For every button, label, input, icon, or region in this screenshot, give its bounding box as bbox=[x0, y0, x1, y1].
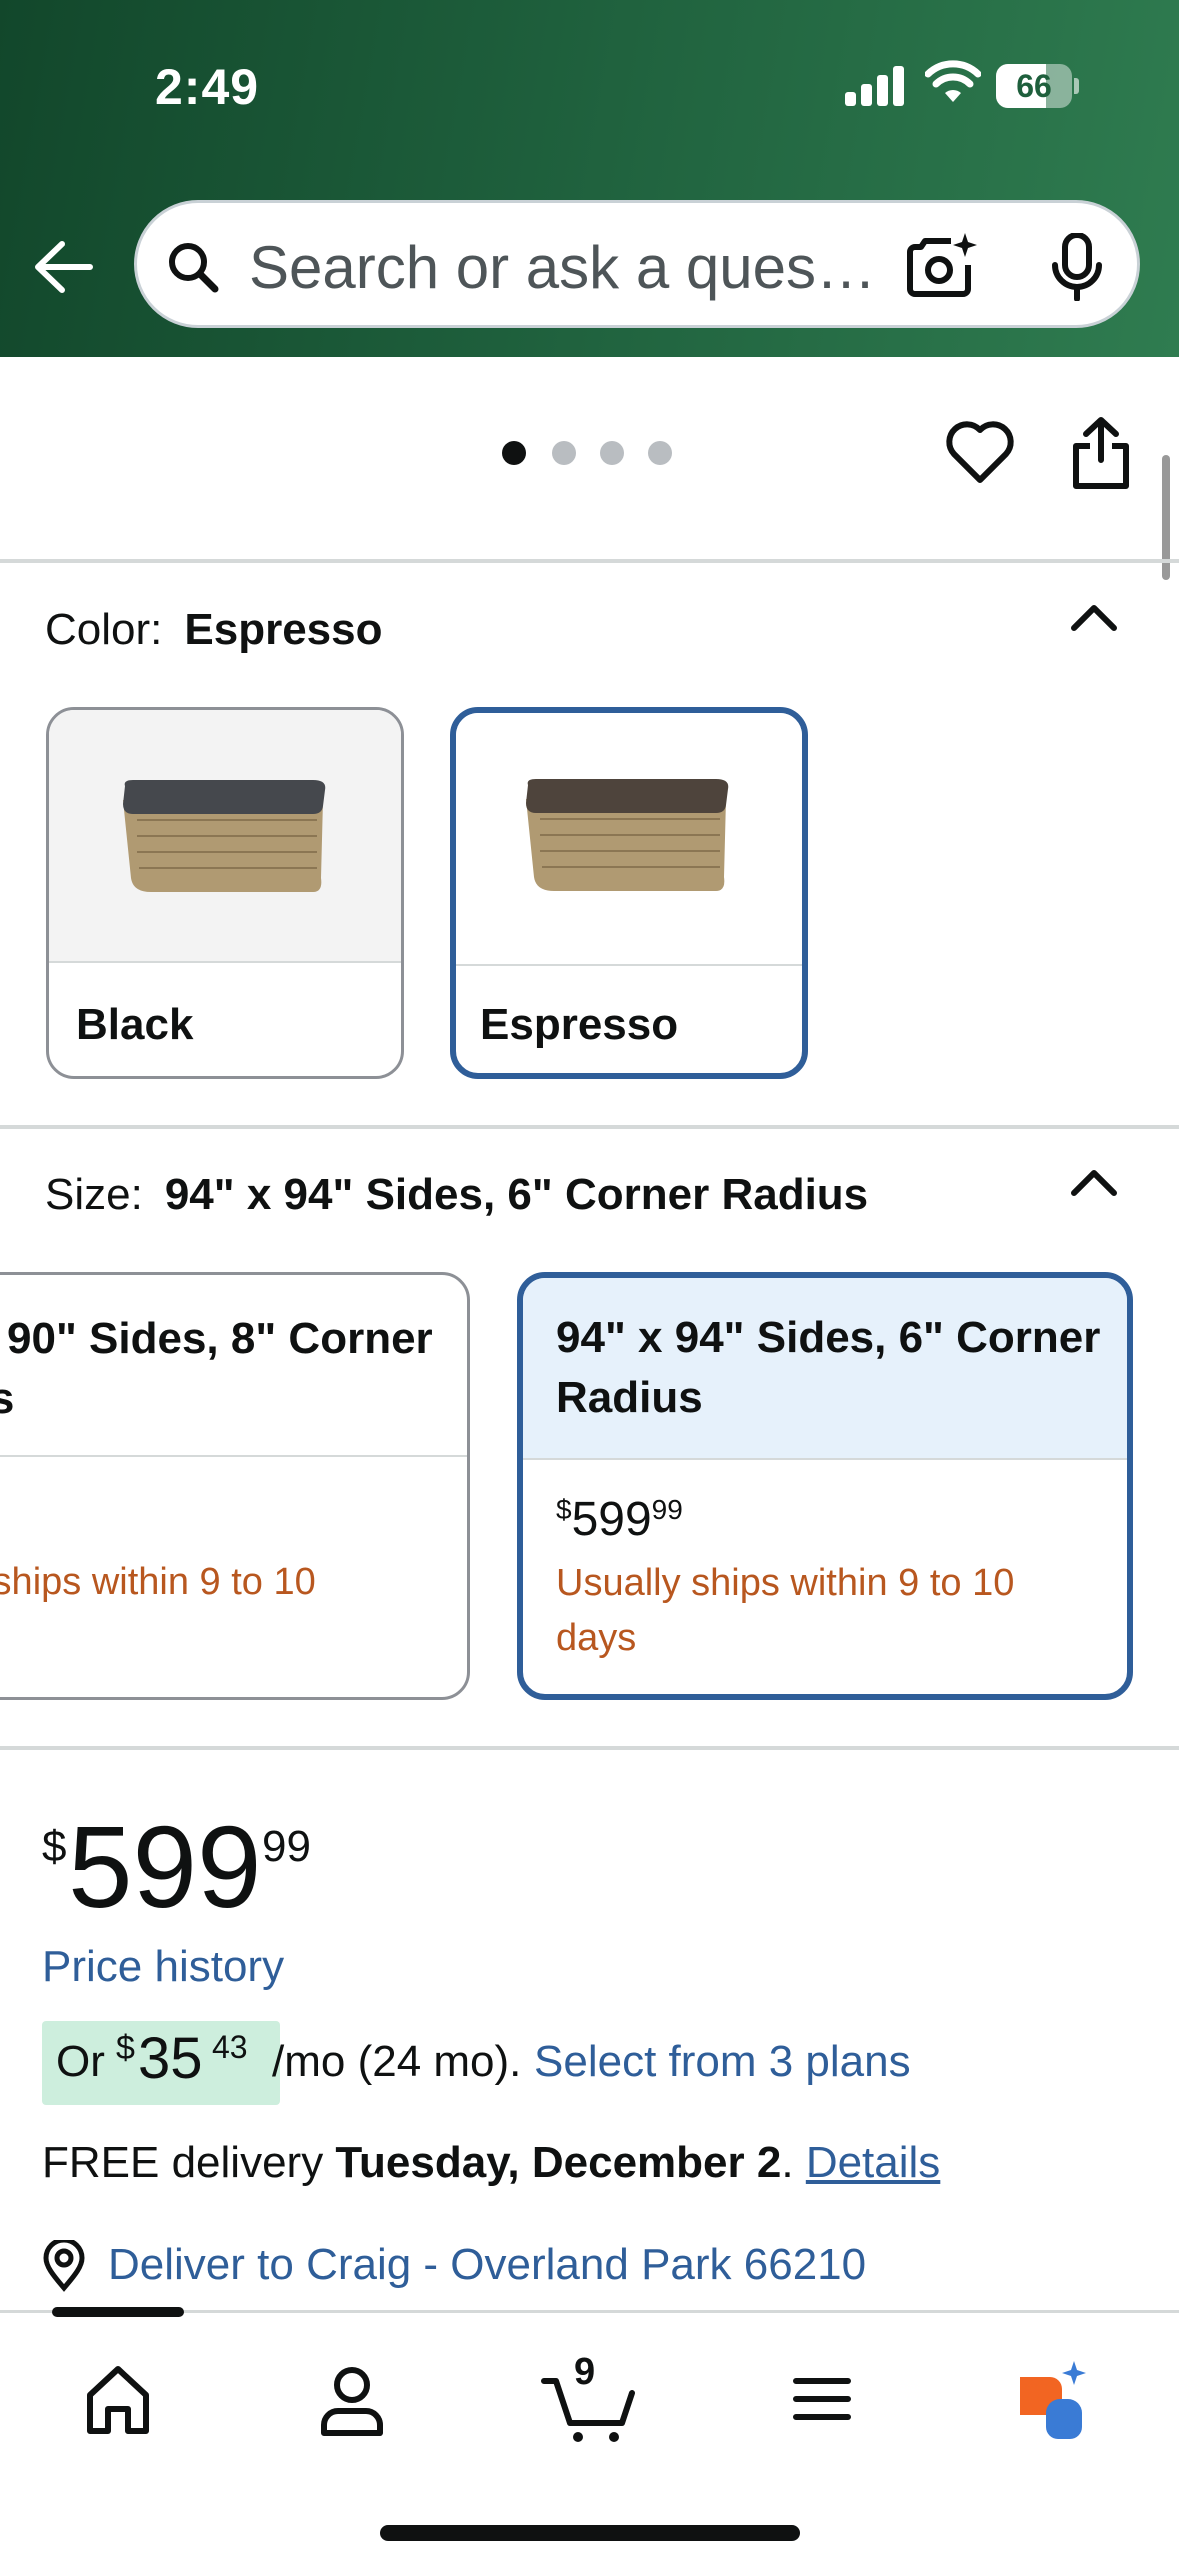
installment-whole: 35 bbox=[138, 2026, 203, 2091]
section-divider bbox=[0, 1746, 1179, 1750]
share-icon[interactable] bbox=[1070, 416, 1132, 490]
installment-fraction: 43 bbox=[212, 2029, 248, 2065]
home-icon[interactable] bbox=[70, 2351, 166, 2447]
delivery-suffix: . bbox=[781, 2138, 794, 2187]
installment-symbol: $ bbox=[116, 2029, 135, 2067]
size-option-title-line: 90" Sides, 8" Corner bbox=[7, 1314, 433, 1363]
price-fraction: 99 bbox=[651, 1494, 683, 1525]
status-time: 2:49 bbox=[155, 59, 260, 115]
delivery-prefix: FREE delivery bbox=[42, 2138, 324, 2187]
carousel-dot[interactable] bbox=[600, 441, 624, 465]
delivery-details-link[interactable]: Details bbox=[806, 2138, 941, 2187]
installment-term: /mo (24 mo). bbox=[272, 2037, 522, 2086]
section-divider bbox=[0, 559, 1179, 563]
color-option-label: Black bbox=[76, 1000, 194, 1049]
account-icon[interactable] bbox=[304, 2351, 400, 2447]
carousel-dot[interactable] bbox=[648, 441, 672, 465]
size-option-price: $59999 bbox=[556, 1492, 683, 1547]
heart-icon[interactable] bbox=[944, 418, 1016, 486]
size-option-title-line: Radius bbox=[556, 1373, 703, 1422]
location-pin-icon bbox=[43, 2240, 85, 2292]
chevron-up-icon[interactable] bbox=[1068, 600, 1120, 634]
select-plans-link[interactable]: Select from 3 plans bbox=[534, 2037, 911, 2087]
cart-count: 9 bbox=[574, 2351, 596, 2393]
color-option-espresso[interactable]: Espresso bbox=[450, 707, 808, 1079]
size-option-title-line: 94" x 94" Sides, 6" Corner bbox=[556, 1313, 1101, 1362]
carousel-dot[interactable] bbox=[552, 441, 576, 465]
color-label: Color: Espresso bbox=[45, 605, 382, 655]
delivery-info: FREE delivery Tuesday, December 2. Detai… bbox=[42, 2138, 940, 2188]
price-symbol: $ bbox=[556, 1494, 572, 1525]
home-indicator bbox=[380, 2525, 800, 2541]
size-option-94[interactable]: 94" x 94" Sides, 6" Corner Radius $59999… bbox=[517, 1272, 1133, 1700]
cellular-signal-icon bbox=[845, 62, 905, 106]
size-selected-value: 94" x 94" Sides, 6" Corner Radius bbox=[164, 1170, 869, 1219]
price-whole: 599 bbox=[571, 1493, 652, 1546]
size-label-text: Size: bbox=[45, 1170, 143, 1219]
app-header: 2:49 66 Search or ask a question bbox=[0, 0, 1179, 357]
size-option-shipping: Usually ships within 9 to 10 bbox=[556, 1562, 1015, 1604]
battery-level: 66 bbox=[1016, 68, 1052, 104]
color-option-label: Espresso bbox=[480, 1000, 679, 1049]
price-fraction: 99 bbox=[262, 1822, 311, 1871]
installment-or: Or bbox=[56, 2037, 105, 2086]
battery-icon: 66 bbox=[996, 64, 1079, 108]
size-option-title: 94" x 94" Sides, 6" Corner Radius bbox=[523, 1278, 1127, 1460]
hot-tub-image bbox=[456, 713, 802, 966]
image-carousel-dots[interactable] bbox=[502, 441, 682, 467]
search-input[interactable]: Search or ask a question bbox=[249, 233, 889, 302]
size-option-shipping: days bbox=[556, 1617, 637, 1659]
bottom-tab-bar: 9 bbox=[0, 2307, 1179, 2556]
price-symbol: $ bbox=[42, 1822, 67, 1871]
size-option-90[interactable]: 90" Sides, 8" Corner us 99 y ships withi… bbox=[0, 1272, 470, 1700]
price-whole: 599 bbox=[68, 1802, 262, 1932]
chevron-up-icon[interactable] bbox=[1068, 1165, 1120, 1199]
carousel-dot[interactable] bbox=[502, 441, 526, 465]
camera-search-icon[interactable] bbox=[907, 231, 979, 299]
color-selected-value: Espresso bbox=[184, 605, 383, 654]
section-divider bbox=[0, 1125, 1179, 1129]
color-label-text: Color: bbox=[45, 605, 163, 654]
color-option-black[interactable]: Black bbox=[46, 707, 404, 1079]
microphone-icon[interactable] bbox=[1047, 233, 1107, 301]
rufus-ai-icon[interactable] bbox=[1006, 2351, 1102, 2447]
price-history-link[interactable]: Price history bbox=[42, 1942, 284, 1992]
size-label: Size: 94" x 94" Sides, 6" Corner Radius bbox=[45, 1170, 868, 1220]
cart-tab[interactable]: 9 bbox=[540, 2351, 640, 2447]
delivery-date: Tuesday, December 2 bbox=[335, 2138, 782, 2187]
size-option-title-line: us bbox=[0, 1369, 14, 1429]
hot-tub-image bbox=[49, 710, 401, 963]
active-tab-indicator bbox=[52, 2307, 184, 2317]
search-bar[interactable]: Search or ask a question bbox=[134, 200, 1140, 328]
deliver-to-text[interactable]: Deliver to Craig - Overland Park 66210 bbox=[108, 2240, 866, 2290]
size-option-shipping: y ships within 9 to 10 bbox=[0, 1561, 316, 1603]
menu-icon[interactable] bbox=[774, 2351, 870, 2447]
search-icon bbox=[169, 243, 219, 293]
back-arrow-icon[interactable] bbox=[30, 232, 100, 302]
wifi-icon bbox=[925, 60, 981, 102]
size-option-title: 90" Sides, 8" Corner us bbox=[0, 1275, 467, 1457]
